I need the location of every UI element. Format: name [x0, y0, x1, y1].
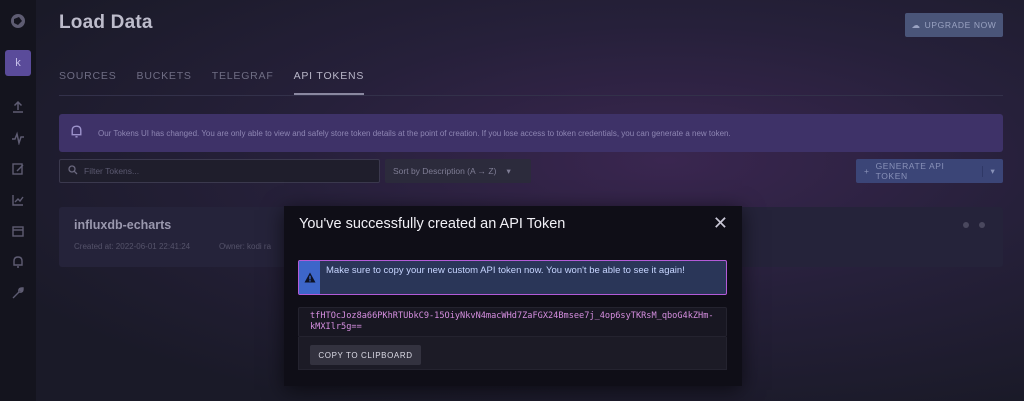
- token-name[interactable]: influxdb-echarts: [74, 218, 171, 232]
- pulse-icon[interactable]: [5, 125, 31, 151]
- modal-title: You've successfully created an API Token: [299, 216, 566, 232]
- filter-tokens-input[interactable]: Filter Tokens...: [59, 159, 380, 183]
- sort-label: Sort by Description (A → Z): [393, 166, 497, 176]
- tab-telegraf[interactable]: TELEGRAF: [212, 70, 274, 95]
- generate-api-token-button[interactable]: + GENERATE API TOKEN ▾: [856, 159, 1003, 183]
- notice-text: Our Tokens UI has changed. You are only …: [98, 128, 731, 138]
- wrench-icon[interactable]: [5, 280, 31, 306]
- sidebar: k: [0, 0, 36, 401]
- upload-icon[interactable]: [5, 94, 31, 120]
- tokens-ui-notice: Our Tokens UI has changed. You are only …: [59, 114, 1003, 152]
- warning-icon: [299, 261, 320, 294]
- delete-dot-icon[interactable]: [979, 222, 985, 228]
- token-created: Created at: 2022-06-01 22:41:24: [74, 242, 191, 251]
- influx-logo-icon[interactable]: [5, 8, 31, 34]
- tab-bar: SOURCES BUCKETS TELEGRAF API TOKENS: [59, 70, 365, 95]
- generate-button-label: GENERATE API TOKEN: [875, 161, 945, 181]
- copy-warning-alert: Make sure to copy your new custom API to…: [298, 260, 727, 295]
- token-owner: Owner: kodi ra: [219, 242, 272, 251]
- cloud-icon: ☁: [911, 19, 921, 30]
- copy-to-clipboard-button[interactable]: COPY TO CLIPBOARD: [310, 345, 421, 365]
- chart-icon[interactable]: [5, 187, 31, 213]
- caret-down-icon[interactable]: ▾: [981, 165, 1003, 177]
- close-icon[interactable]: ✕: [713, 213, 728, 234]
- bell-icon[interactable]: [5, 249, 31, 275]
- filter-placeholder: Filter Tokens...: [84, 166, 140, 176]
- plus-icon: +: [864, 166, 870, 176]
- toggle-dot-icon[interactable]: [963, 222, 969, 228]
- page-title: Load Data: [59, 12, 153, 33]
- edit-icon[interactable]: [5, 156, 31, 182]
- tab-api-tokens[interactable]: API TOKENS: [293, 70, 365, 95]
- calendar-icon[interactable]: [5, 218, 31, 244]
- tab-sources[interactable]: SOURCES: [59, 70, 117, 95]
- sort-dropdown[interactable]: Sort by Description (A → Z) ▾: [385, 159, 531, 183]
- bell-icon: [69, 124, 84, 143]
- token-created-modal: You've successfully created an API Token…: [284, 206, 742, 386]
- avatar[interactable]: k: [5, 50, 31, 76]
- upgrade-button-label: UPGRADE NOW: [924, 20, 997, 30]
- upgrade-now-button[interactable]: ☁ UPGRADE NOW: [905, 13, 1003, 37]
- alert-text: Make sure to copy your new custom API to…: [326, 265, 685, 276]
- tab-buckets[interactable]: BUCKETS: [137, 70, 192, 95]
- api-token-value[interactable]: tfHTOcJoz8a66PKhRTUbkC9-15OiyNkvN4macWHd…: [298, 307, 727, 337]
- avatar-letter: k: [15, 57, 21, 69]
- tabs-divider: [59, 95, 1003, 96]
- caret-down-icon: ▾: [506, 165, 511, 176]
- copy-area: COPY TO CLIPBOARD: [298, 337, 727, 370]
- search-icon: [68, 165, 78, 177]
